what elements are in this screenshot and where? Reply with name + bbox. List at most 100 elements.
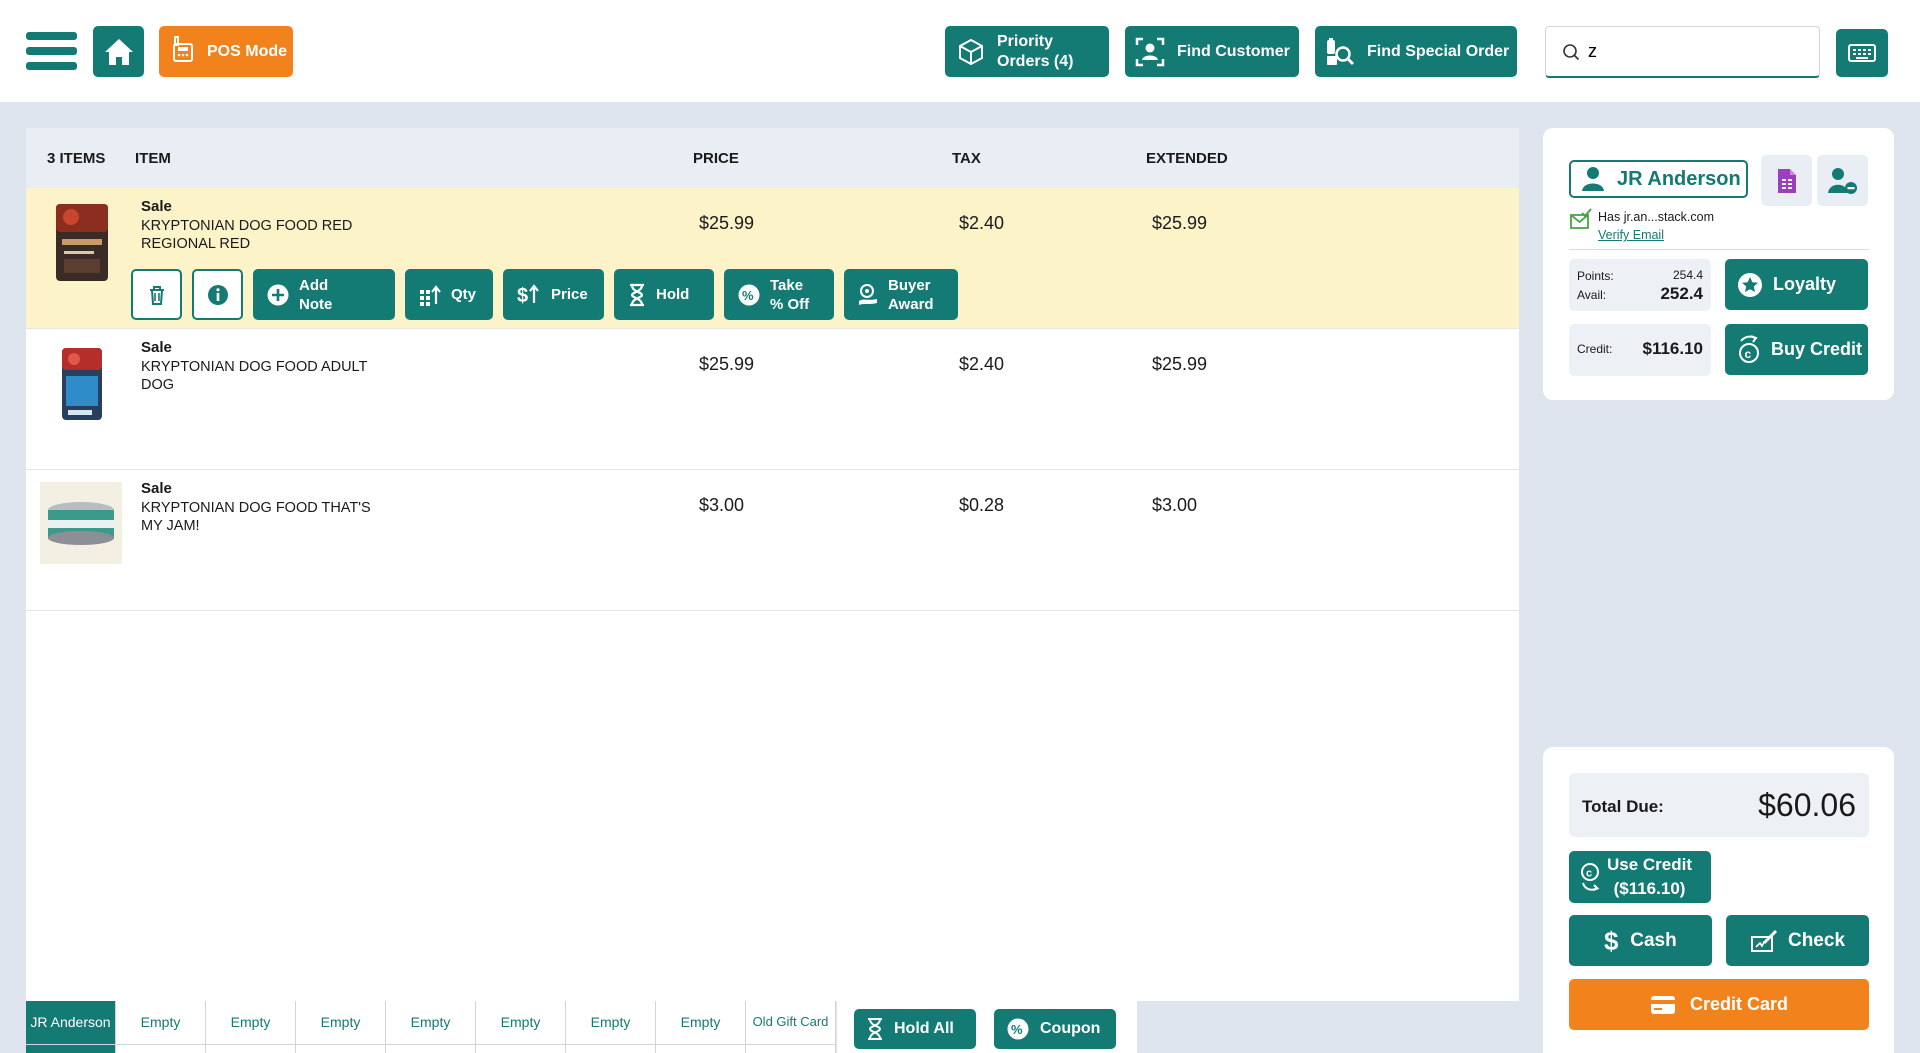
price-label: Price (551, 286, 588, 303)
keyboard-icon (1848, 44, 1876, 62)
customer-document-button[interactable] (1761, 155, 1812, 206)
use-credit-button[interactable]: c Use Credit ($116.10) (1569, 851, 1711, 903)
tab-actions-bar: Hold All % Coupon (837, 1001, 1137, 1053)
pos-terminal-icon (171, 35, 195, 68)
box-icon (957, 38, 985, 66)
info-icon (207, 284, 228, 305)
pos-mode-button[interactable]: POS Mode (159, 26, 293, 77)
remove-customer-button[interactable] (1817, 155, 1868, 206)
credit-card-icon (1650, 995, 1676, 1015)
item-count-header: 3 ITEMS (47, 149, 106, 167)
verify-email-link[interactable]: Verify Email (1598, 226, 1714, 244)
cart-row[interactable]: Sale KRYPTONIAN DOG FOOD RED REGIONAL RE… (26, 188, 1519, 329)
hold-label: Hold (656, 286, 690, 303)
tab-empty[interactable]: Empty (566, 1001, 656, 1053)
tab-empty[interactable]: Empty (386, 1001, 476, 1053)
buy-credit-label: Buy Credit (1771, 339, 1863, 359)
line-price: $25.99 (699, 213, 755, 233)
hold-all-label: Hold All (894, 1020, 954, 1037)
price-change-icon: $ (516, 283, 542, 307)
cart-row[interactable]: Sale KRYPTONIAN DOG FOOD THAT'S MY JAM! … (26, 470, 1519, 611)
cart-header: 3 ITEMS ITEM PRICE TAX EXTENDED (26, 128, 1519, 188)
find-customer-label: Find Customer (1177, 42, 1290, 60)
price-button[interactable]: $ Price (503, 269, 604, 320)
tab-jr-anderson[interactable]: JR Anderson (26, 1001, 116, 1053)
tab-old-gift-card[interactable]: Old Gift Card (746, 1001, 836, 1053)
product-image (40, 342, 122, 424)
svg-text:c: c (1745, 347, 1752, 361)
keyboard-button[interactable] (1836, 29, 1888, 77)
credit-coin-icon: c (1579, 862, 1601, 892)
search-input[interactable] (1588, 41, 1808, 62)
coupon-button[interactable]: % Coupon (994, 1009, 1116, 1049)
cash-button[interactable]: $ Cash (1569, 915, 1712, 966)
check-button[interactable]: Check (1726, 915, 1869, 966)
qty-label: Qty (451, 286, 477, 303)
email-status-text: Has jr.an...stack.com (1598, 210, 1715, 224)
search-field[interactable] (1545, 26, 1820, 78)
tab-empty[interactable]: Empty (116, 1001, 206, 1053)
line-tax: $0.28 (959, 495, 1005, 515)
buyer-award-button[interactable]: Buyer Award (844, 269, 958, 320)
find-special-order-button[interactable]: Find Special Order (1315, 26, 1517, 77)
svg-text:%: % (1011, 1022, 1023, 1037)
add-note-button[interactable]: Add Note (253, 269, 395, 320)
tab-empty[interactable]: Empty (656, 1001, 746, 1053)
tab-empty[interactable]: Empty (296, 1001, 386, 1053)
line-extended: $3.00 (1152, 495, 1198, 515)
buy-credit-button[interactable]: c Buy Credit (1725, 324, 1868, 375)
total-due-value: $60.06 (1758, 787, 1856, 823)
tab-empty[interactable]: Empty (476, 1001, 566, 1053)
buyer-award-label: Buyer Award (888, 276, 934, 313)
find-special-order-label: Find Special Order (1367, 42, 1510, 60)
percent-badge-icon: % (737, 283, 761, 307)
remove-person-icon (1827, 167, 1857, 194)
cart-row[interactable]: Sale KRYPTONIAN DOG FOOD ADULT DOG $25.9… (26, 329, 1519, 470)
qty-button[interactable]: Qty (405, 269, 493, 320)
svg-text:%: % (742, 288, 754, 303)
line-type: Sale (141, 198, 172, 215)
check-writing-icon (1750, 929, 1778, 953)
hold-all-button[interactable]: Hold All (854, 1009, 976, 1049)
menu-icon[interactable] (26, 32, 77, 70)
product-name: KRYPTONIAN DOG FOOD THAT'S MY JAM! (141, 500, 371, 534)
credit-summary: Credit: $116.10 (1569, 324, 1711, 376)
credit-label: Credit: (1577, 342, 1613, 356)
check-label: Check (1787, 929, 1846, 951)
priority-orders-button[interactable]: Priority Orders (4) (945, 26, 1109, 77)
points-label: Points: (1577, 269, 1614, 283)
hold-button[interactable]: Hold (614, 269, 714, 320)
total-due-label: Total Due: (1582, 797, 1664, 816)
email-status: Has jr.an...stack.com Verify Email (1570, 208, 1714, 244)
tab-empty[interactable]: Empty (206, 1001, 296, 1053)
customer-name-button[interactable]: JR Anderson (1569, 160, 1748, 198)
extended-column-header: EXTENDED (1146, 149, 1228, 167)
priority-orders-label: Priority Orders (4) (997, 32, 1074, 70)
credit-card-button[interactable]: Credit Card (1569, 979, 1869, 1030)
hourglass-icon (627, 283, 647, 307)
take-percent-off-button[interactable]: % Take % Off (724, 269, 834, 320)
plus-circle-icon (266, 283, 290, 307)
product-image (40, 201, 122, 283)
person-icon (1581, 166, 1605, 192)
svg-text:c: c (1586, 868, 1592, 880)
find-customer-button[interactable]: Find Customer (1125, 26, 1299, 77)
line-type: Sale (141, 480, 172, 497)
credit-value: $116.10 (1642, 339, 1703, 358)
home-icon (104, 38, 133, 65)
home-button[interactable] (93, 26, 144, 77)
points-summary: Points: 254.4 Avail: 252.4 (1569, 259, 1711, 311)
use-credit-label: Use Credit (1607, 855, 1693, 874)
line-price: $25.99 (699, 354, 755, 374)
use-credit-amount: ($116.10) (1613, 879, 1686, 898)
item-info-button[interactable] (192, 269, 243, 320)
delete-line-button[interactable] (131, 269, 182, 320)
payment-panel: Total Due: $60.06 c Use Credit ($116.10)… (1543, 747, 1894, 1053)
total-due-box: Total Due: $60.06 (1569, 773, 1869, 837)
loyalty-button[interactable]: Loyalty (1725, 259, 1868, 310)
loyalty-label: Loyalty (1773, 274, 1837, 294)
cart-table: 3 ITEMS ITEM PRICE TAX EXTENDED Sale KRY… (26, 128, 1519, 1001)
document-icon (1777, 168, 1796, 193)
star-badge-icon (1737, 272, 1763, 298)
pos-mode-label: POS Mode (207, 42, 288, 60)
